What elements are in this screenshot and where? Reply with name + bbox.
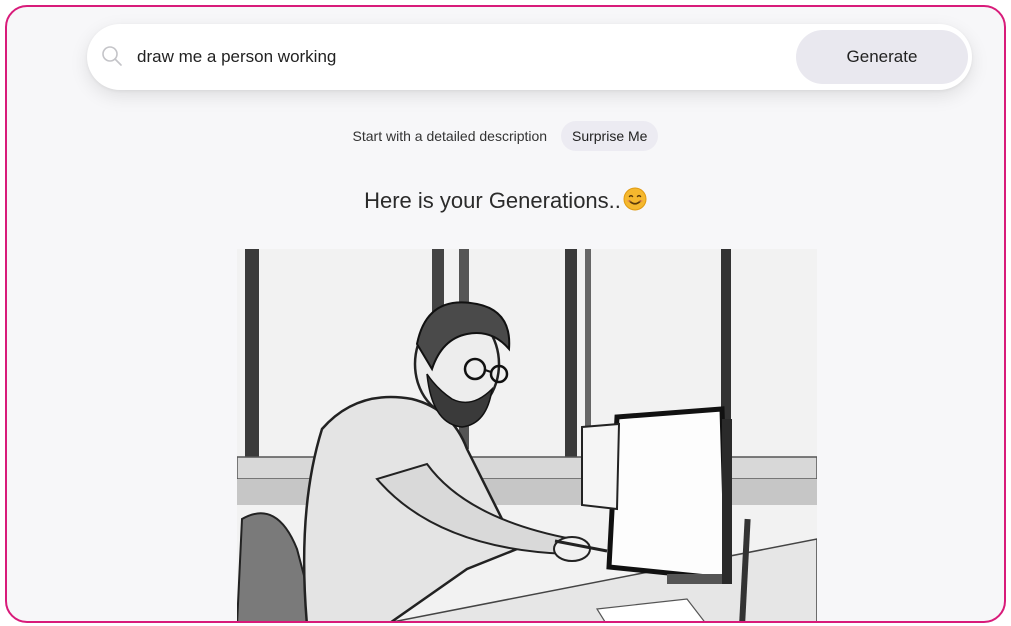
search-icon xyxy=(101,45,123,67)
hint-row: Start with a detailed description Surpri… xyxy=(7,121,1004,151)
generated-image[interactable] xyxy=(237,249,817,621)
search-input[interactable] xyxy=(137,44,777,70)
generate-button[interactable]: Generate xyxy=(796,30,968,84)
generations-heading: Here is your Generations.. xyxy=(7,187,1004,217)
hint-text: Start with a detailed description xyxy=(352,128,548,144)
search-bar: Generate xyxy=(87,24,972,90)
app-frame: Generate Start with a detailed descripti… xyxy=(5,5,1006,623)
smiling-face-icon xyxy=(623,187,647,217)
surprise-me-button[interactable]: Surprise Me xyxy=(560,121,659,151)
person-working-illustration xyxy=(237,249,817,621)
generations-heading-text: Here is your Generations.. xyxy=(364,188,621,213)
